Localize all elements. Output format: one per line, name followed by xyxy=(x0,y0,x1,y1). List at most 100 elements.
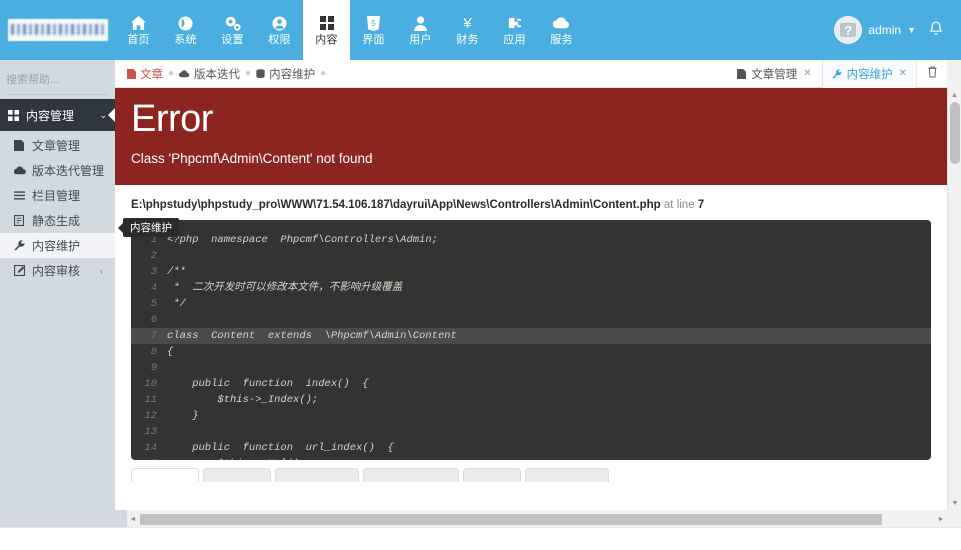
code-line: 6 xyxy=(131,312,931,328)
horizontal-scrollbar[interactable]: ◄ ► xyxy=(127,512,947,527)
yen-icon: ¥ xyxy=(463,14,472,32)
file-icon xyxy=(127,68,136,79)
line-number: 2 xyxy=(150,250,157,262)
sidebar-item-static-generation[interactable]: 静态生成 xyxy=(0,208,115,233)
home-icon xyxy=(131,15,146,32)
bell-icon[interactable] xyxy=(929,21,943,40)
tab-article-management[interactable]: 文章管理 ✕ xyxy=(727,60,821,88)
breadcrumb-item-article[interactable]: 文章 xyxy=(127,66,163,82)
breadcrumb-label: 文章 xyxy=(140,68,163,81)
code-line: 11 $this->_Index(); xyxy=(131,392,931,408)
sidebar-item-category-management[interactable]: 栏目管理 xyxy=(0,183,115,208)
scroll-left-arrow[interactable]: ◄ xyxy=(127,516,139,523)
line-code: /** xyxy=(167,266,186,278)
nav-item-interface[interactable]: 5 界面 xyxy=(350,0,397,60)
sidebar-item-content-maintenance[interactable]: 内容维护 xyxy=(0,233,115,258)
at-line-label: at line xyxy=(663,199,695,211)
file-icon xyxy=(14,140,30,151)
nav-label: 内容 xyxy=(315,33,338,46)
code-line: 15 $this->_Url(); xyxy=(131,456,931,460)
list-icon xyxy=(14,191,30,200)
sidebar-item-version-iteration-management[interactable]: 版本迭代管理 xyxy=(0,158,115,183)
code-line: 10 public function index() { xyxy=(131,376,931,392)
code-block[interactable]: 1 <?php namespace Phpcmf\Controllers\Adm… xyxy=(131,220,931,460)
code-line-highlighted: 7 class Content extends \Phpcmf\Admin\Co… xyxy=(131,328,931,344)
vertical-scrollbar-thumb[interactable] xyxy=(950,102,960,164)
nav-item-permissions[interactable]: 权限 xyxy=(256,0,303,60)
close-all-tabs-button[interactable] xyxy=(917,60,947,88)
line-number: 3 xyxy=(150,266,157,278)
nav-label: 服务 xyxy=(550,33,573,46)
site-logo[interactable] xyxy=(0,0,115,60)
page-tabs: 文章管理 ✕ 内容维护 ✕ xyxy=(727,59,947,88)
sidebar-item-article-management[interactable]: 文章管理 xyxy=(0,133,115,158)
scroll-right-arrow[interactable]: ► xyxy=(935,516,947,523)
line-code: class Content extends \Phpcmf\Admin\Cont… xyxy=(167,330,457,342)
sidebar-search[interactable] xyxy=(6,65,159,95)
cloud-icon xyxy=(14,166,30,175)
nav-label: 应用 xyxy=(503,33,526,46)
wrench-icon xyxy=(832,68,842,79)
debug-tab[interactable] xyxy=(275,468,359,482)
sidebar-group-content-management[interactable]: 内容管理 ⌄ xyxy=(0,99,115,131)
nav-label: 用户 xyxy=(409,33,432,46)
code-line: 12 } xyxy=(131,408,931,424)
error-line-number: 7 xyxy=(697,199,705,211)
nav-label: 设置 xyxy=(221,33,244,46)
debug-tab-strip xyxy=(115,460,947,482)
vertical-scrollbar[interactable]: ▲ ▼ xyxy=(947,88,961,510)
main-content: Error Class 'Phpcmf\Admin\Content' not f… xyxy=(115,88,947,510)
nav-item-apps[interactable]: 应用 xyxy=(491,0,538,60)
line-number: 12 xyxy=(144,410,157,422)
sidebar-item-label: 内容审核 xyxy=(32,264,81,278)
debug-tab[interactable] xyxy=(463,468,521,482)
nav-item-finance[interactable]: ¥ 财务 xyxy=(444,0,491,60)
horizontal-scroll-track[interactable] xyxy=(883,512,935,527)
code-line: 3 /** xyxy=(131,264,931,280)
nav-item-home[interactable]: 首页 xyxy=(115,0,162,60)
code-tooltip: 内容维护 xyxy=(123,218,179,237)
debug-tab[interactable] xyxy=(131,468,199,482)
nav-label: 界面 xyxy=(362,33,385,46)
debug-tab[interactable] xyxy=(203,468,271,482)
breadcrumb-label: 版本迭代 xyxy=(194,68,241,81)
line-code: } xyxy=(167,410,199,422)
nav-item-users[interactable]: 用户 xyxy=(397,0,444,60)
tab-bar: 文章 ● 版本迭代 ● 内容维护 ● 文章管理 ✕ 内容维护 ✕ xyxy=(115,59,947,88)
line-code: { xyxy=(167,346,174,358)
scroll-up-arrow[interactable]: ▲ xyxy=(948,88,961,102)
debug-tab[interactable] xyxy=(363,468,459,482)
code-line: 2 xyxy=(131,248,931,264)
scroll-down-arrow[interactable]: ▼ xyxy=(948,496,961,510)
close-icon[interactable]: ✕ xyxy=(803,68,811,79)
nav-item-system[interactable]: 系统 xyxy=(162,0,209,60)
sidebar-item-content-review[interactable]: 内容审核 ‹ xyxy=(0,258,115,283)
line-number: 6 xyxy=(150,314,157,326)
line-number: 13 xyxy=(144,426,157,438)
question-avatar-icon: ? xyxy=(840,23,857,38)
html5-icon: 5 xyxy=(367,15,380,32)
close-icon[interactable]: ✕ xyxy=(899,68,907,79)
nav-item-settings[interactable]: 设置 xyxy=(209,0,256,60)
code-line: 14 public function url_index() { xyxy=(131,440,931,456)
grid-icon xyxy=(8,109,19,121)
nav-item-service[interactable]: 服务 xyxy=(538,0,585,60)
globe-icon xyxy=(178,15,193,32)
error-message: Class 'Phpcmf\Admin\Content' not found xyxy=(131,150,373,166)
tab-content-maintenance[interactable]: 内容维护 ✕ xyxy=(821,59,917,88)
horizontal-scrollbar-thumb[interactable] xyxy=(140,514,882,525)
breadcrumb-item-version-iteration[interactable]: 版本迭代 xyxy=(179,66,240,82)
nav-item-content[interactable]: 内容 xyxy=(303,0,350,60)
line-number: 9 xyxy=(150,362,157,374)
breadcrumb-item-content-maintenance[interactable]: 内容维护 xyxy=(256,66,315,82)
sidebar-group-label: 内容管理 xyxy=(26,108,75,123)
line-code: * 二次开发时可以修改本文件，不影响升级覆盖 xyxy=(167,282,403,294)
error-file-location: E:\phpstudy\phpstudy_pro\WWW\71.54.106.1… xyxy=(115,185,947,220)
user-circle-icon xyxy=(272,15,287,32)
cloud-icon xyxy=(553,15,570,32)
account-menu[interactable]: ? admin ▼ xyxy=(834,16,916,44)
code-line: 5 */ xyxy=(131,296,931,312)
gears-icon xyxy=(225,15,241,32)
sidebar-item-label: 版本迭代管理 xyxy=(32,164,105,178)
debug-tab[interactable] xyxy=(525,468,609,482)
